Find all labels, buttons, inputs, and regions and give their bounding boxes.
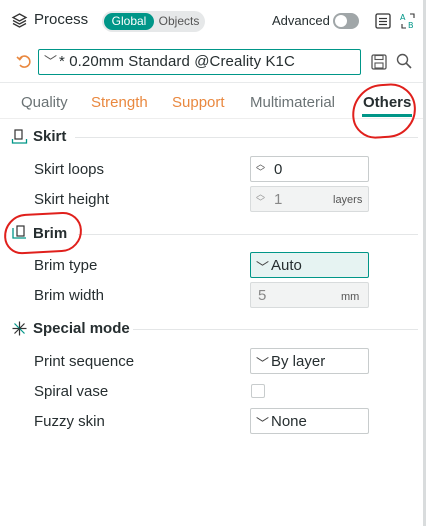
chevron-down-icon: ﹀ xyxy=(256,416,270,431)
section-title-skirt: Skirt xyxy=(33,128,67,145)
divider xyxy=(0,82,426,83)
skirt-loops-label: Skirt loops xyxy=(34,161,105,178)
objects-toggle-button[interactable]: Objects xyxy=(154,13,204,30)
advanced-label: Advanced xyxy=(272,13,330,28)
save-icon[interactable] xyxy=(370,53,388,71)
skirt-height-label: Skirt height xyxy=(34,191,110,208)
reset-icon[interactable] xyxy=(15,52,33,70)
compare-icon[interactable]: A B xyxy=(399,12,417,30)
tab-quality[interactable]: Quality xyxy=(21,94,68,111)
fuzzy-skin-value: None xyxy=(271,413,307,430)
tab-support[interactable]: Support xyxy=(172,94,225,111)
skirt-loops-value: 0 xyxy=(274,161,283,178)
stepper-arrows-icon[interactable]: ︿ ﹀ xyxy=(256,160,265,177)
chevron-down-icon: ﹀ xyxy=(256,356,270,371)
skirt-icon xyxy=(11,129,28,144)
stepper-arrows-icon: ︿ ﹀ xyxy=(256,189,266,207)
print-sequence-label: Print sequence xyxy=(34,353,135,370)
print-sequence-value: By layer xyxy=(271,353,326,370)
section-divider xyxy=(78,234,418,235)
skirt-loops-stepper[interactable] xyxy=(250,156,369,182)
brim-type-label: Brim type xyxy=(34,257,98,274)
list-view-icon[interactable] xyxy=(374,12,392,30)
svg-text:B: B xyxy=(408,21,414,30)
global-toggle-button[interactable]: Global xyxy=(104,13,154,30)
brim-width-unit: mm xyxy=(341,291,360,303)
annotation-circle-others xyxy=(350,81,418,141)
fuzzy-skin-label: Fuzzy skin xyxy=(34,413,105,430)
special-mode-icon xyxy=(12,321,27,336)
skirt-height-unit: layers xyxy=(333,194,363,206)
spiral-vase-checkbox[interactable] xyxy=(251,384,265,398)
section-title-special-mode: Special mode xyxy=(33,320,130,337)
annotation-circle-brim xyxy=(3,210,83,256)
brim-width-value: 5 xyxy=(258,287,267,304)
brim-type-value: Auto xyxy=(271,257,302,274)
section-divider xyxy=(133,329,418,330)
advanced-toggle-knob xyxy=(335,15,347,27)
chevron-down-icon: ﹀ xyxy=(256,260,270,275)
panel-title: Process xyxy=(34,11,89,28)
brim-width-label: Brim width xyxy=(34,287,105,304)
skirt-height-value: 1 xyxy=(274,191,283,208)
layers-icon xyxy=(11,13,28,28)
tab-multimaterial[interactable]: Multimaterial xyxy=(250,94,335,111)
svg-text:A: A xyxy=(400,13,406,22)
spiral-vase-label: Spiral vase xyxy=(34,383,109,400)
tab-strength[interactable]: Strength xyxy=(91,94,148,111)
chevron-down-icon: ﹀ xyxy=(44,54,58,69)
search-icon[interactable] xyxy=(395,52,413,70)
preset-value: * 0.20mm Standard @Creality K1C xyxy=(59,53,295,70)
